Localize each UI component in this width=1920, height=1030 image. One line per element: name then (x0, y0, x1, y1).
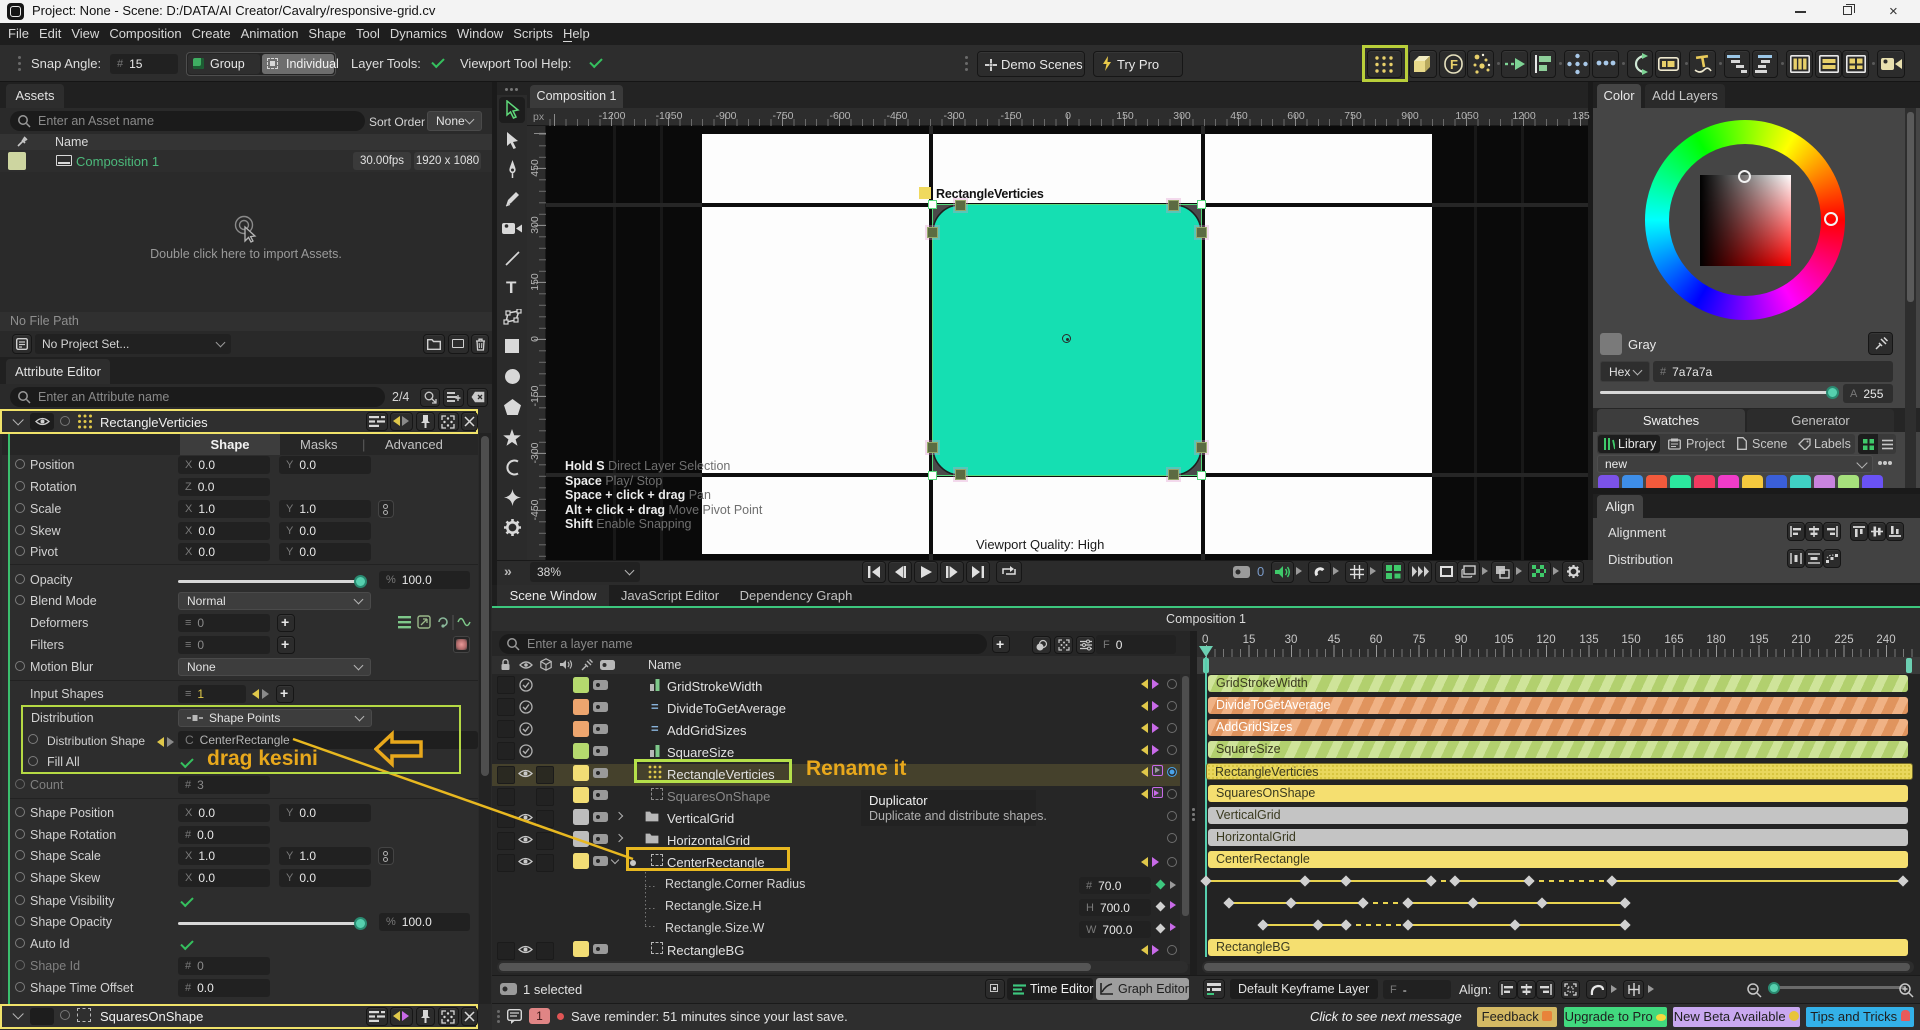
svg-text:F: F (1450, 57, 1458, 72)
